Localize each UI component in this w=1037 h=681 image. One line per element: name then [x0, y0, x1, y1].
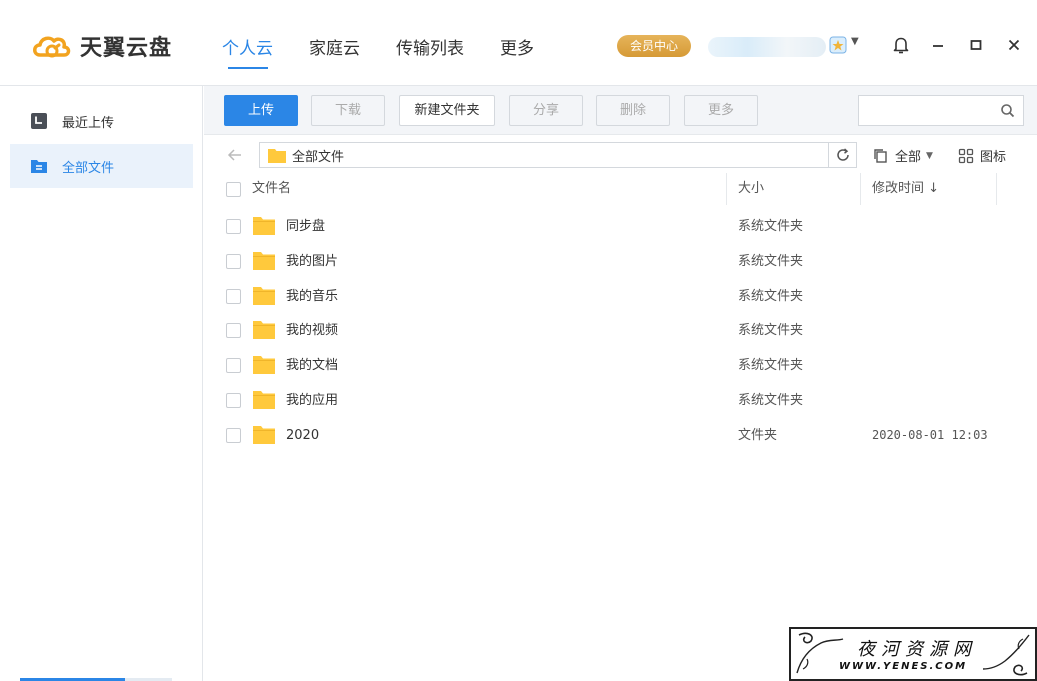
share-button[interactable]: 分享: [509, 95, 583, 126]
user-avatar-icon[interactable]: [828, 35, 848, 55]
row-checkbox[interactable]: [226, 253, 241, 269]
nav-personal-cloud[interactable]: 个人云: [222, 34, 273, 69]
column-header-name[interactable]: 文件名: [252, 173, 291, 207]
file-name[interactable]: 我的图片: [286, 244, 338, 279]
folder-icon: [268, 148, 286, 163]
table-row[interactable]: 我的音乐 系统文件夹: [204, 279, 1037, 314]
table-row[interactable]: 我的应用 系统文件夹: [204, 383, 1037, 418]
file-size: 系统文件夹: [738, 323, 804, 339]
upload-button[interactable]: 上传: [224, 95, 298, 126]
filter-dropdown[interactable]: 全部 ▼: [873, 146, 933, 165]
refresh-button[interactable]: [828, 143, 856, 167]
row-checkbox[interactable]: [226, 393, 241, 408]
sidebar-item-all-files[interactable]: 全部文件: [10, 144, 193, 188]
file-name[interactable]: 我的视频: [286, 313, 338, 348]
download-button[interactable]: 下载: [311, 95, 385, 126]
back-arrow-icon[interactable]: [226, 146, 244, 164]
view-mode-toggle[interactable]: 图标: [958, 146, 1006, 165]
grid-view-icon: [958, 148, 974, 163]
folder-icon: [253, 391, 275, 409]
select-all-checkbox[interactable]: [226, 182, 241, 197]
sidebar: 最近上传 全部文件: [0, 86, 203, 681]
table-row[interactable]: 我的文档 系统文件夹: [204, 348, 1037, 383]
nav-transfer-list[interactable]: 传输列表: [396, 34, 464, 59]
row-checkbox[interactable]: [226, 288, 241, 304]
ornament-icon: [982, 634, 1030, 676]
app-logo: 天翼云盘: [30, 30, 172, 62]
row-checkbox[interactable]: [226, 427, 241, 443]
column-header-modified[interactable]: 修改时间 ↓: [872, 173, 939, 207]
minimize-icon: [933, 45, 943, 47]
file-name[interactable]: 我的文档: [286, 348, 338, 383]
vip-center-button[interactable]: 会员中心: [617, 35, 691, 57]
minimize-button[interactable]: [927, 34, 949, 56]
sidebar-item-label: 最近上传: [62, 115, 115, 131]
nav-more[interactable]: 更多: [500, 34, 534, 59]
new-folder-button[interactable]: 新建文件夹: [399, 95, 495, 126]
recent-upload-icon: [31, 113, 47, 129]
user-menu-caret-icon[interactable]: ▼: [851, 36, 859, 47]
username-blurred[interactable]: [708, 37, 826, 57]
file-size: 系统文件夹: [738, 393, 804, 408]
file-size: 系统文件夹: [738, 358, 804, 374]
filter-label: 全部: [895, 150, 922, 165]
maximize-button[interactable]: [965, 34, 987, 56]
table-row[interactable]: 我的视频 系统文件夹: [204, 313, 1037, 348]
delete-button[interactable]: 删除: [596, 95, 670, 126]
file-name[interactable]: 我的应用: [286, 383, 338, 418]
sidebar-item-label: 全部文件: [62, 160, 115, 176]
file-modified: 2020-08-01 12:03: [872, 427, 988, 442]
chevron-down-icon: ▼: [926, 150, 933, 161]
copy-filter-icon: [874, 148, 887, 163]
file-name[interactable]: 2020: [286, 418, 319, 453]
table-row[interactable]: 同步盘 系统文件夹: [204, 209, 1037, 244]
folder-icon: [253, 286, 275, 305]
top-bar: 天翼云盘 个人云 家庭云 传输列表 更多 会员中心 ▼: [0, 0, 1037, 86]
column-header-size[interactable]: 大小: [738, 173, 764, 207]
current-path: 全部文件: [292, 149, 345, 165]
watermark-cn-text: 夜河资源网: [857, 639, 977, 660]
folder-icon: [253, 217, 275, 235]
watermark-stamp: 夜河资源网 WWW.YENES.COM: [789, 627, 1037, 681]
main-nav: 个人云 家庭云 传输列表 更多: [222, 34, 570, 69]
row-checkbox[interactable]: [226, 323, 241, 339]
sidebar-item-recent-uploads[interactable]: 最近上传: [10, 99, 193, 143]
nav-family-cloud[interactable]: 家庭云: [309, 34, 360, 59]
folder-icon: [253, 321, 275, 340]
row-checkbox[interactable]: [226, 358, 241, 374]
search-input[interactable]: [859, 96, 994, 125]
file-size: 系统文件夹: [738, 253, 804, 269]
file-size: 文件夹: [738, 427, 778, 443]
folder-icon: [253, 425, 275, 444]
toolbar: 上传 下载 新建文件夹 分享 删除 更多: [204, 86, 1037, 135]
more-actions-button[interactable]: 更多: [684, 95, 758, 126]
bell-icon[interactable]: [890, 34, 912, 56]
search-box[interactable]: [858, 95, 1024, 126]
file-name[interactable]: 同步盘: [286, 209, 325, 244]
search-icon[interactable]: [1000, 103, 1015, 118]
table-header: 文件名 大小 修改时间 ↓: [204, 173, 1037, 207]
cloud-logo-icon: [33, 36, 71, 58]
folder-icon: [253, 356, 275, 375]
refresh-icon: [836, 148, 849, 161]
file-size: 系统文件夹: [738, 288, 804, 304]
table-row[interactable]: 2020 文件夹 2020-08-01 12:03: [204, 418, 1037, 453]
watermark-en-text: WWW.YENES.COM: [839, 661, 968, 672]
all-files-icon: [31, 160, 47, 173]
path-bar[interactable]: 全部文件: [259, 142, 857, 168]
file-size: 系统文件夹: [738, 219, 804, 234]
close-icon: [1008, 39, 1020, 51]
folder-icon: [253, 251, 275, 270]
view-mode-label: 图标: [980, 150, 1007, 165]
app-title: 天翼云盘: [80, 36, 173, 61]
close-button[interactable]: [1003, 34, 1025, 56]
file-name[interactable]: 我的音乐: [286, 279, 338, 314]
row-checkbox[interactable]: [226, 219, 241, 234]
column-divider: [996, 173, 997, 205]
maximize-icon: [970, 40, 982, 50]
column-divider: [860, 173, 861, 205]
table-row[interactable]: 我的图片 系统文件夹: [204, 244, 1037, 279]
column-divider: [726, 173, 727, 205]
